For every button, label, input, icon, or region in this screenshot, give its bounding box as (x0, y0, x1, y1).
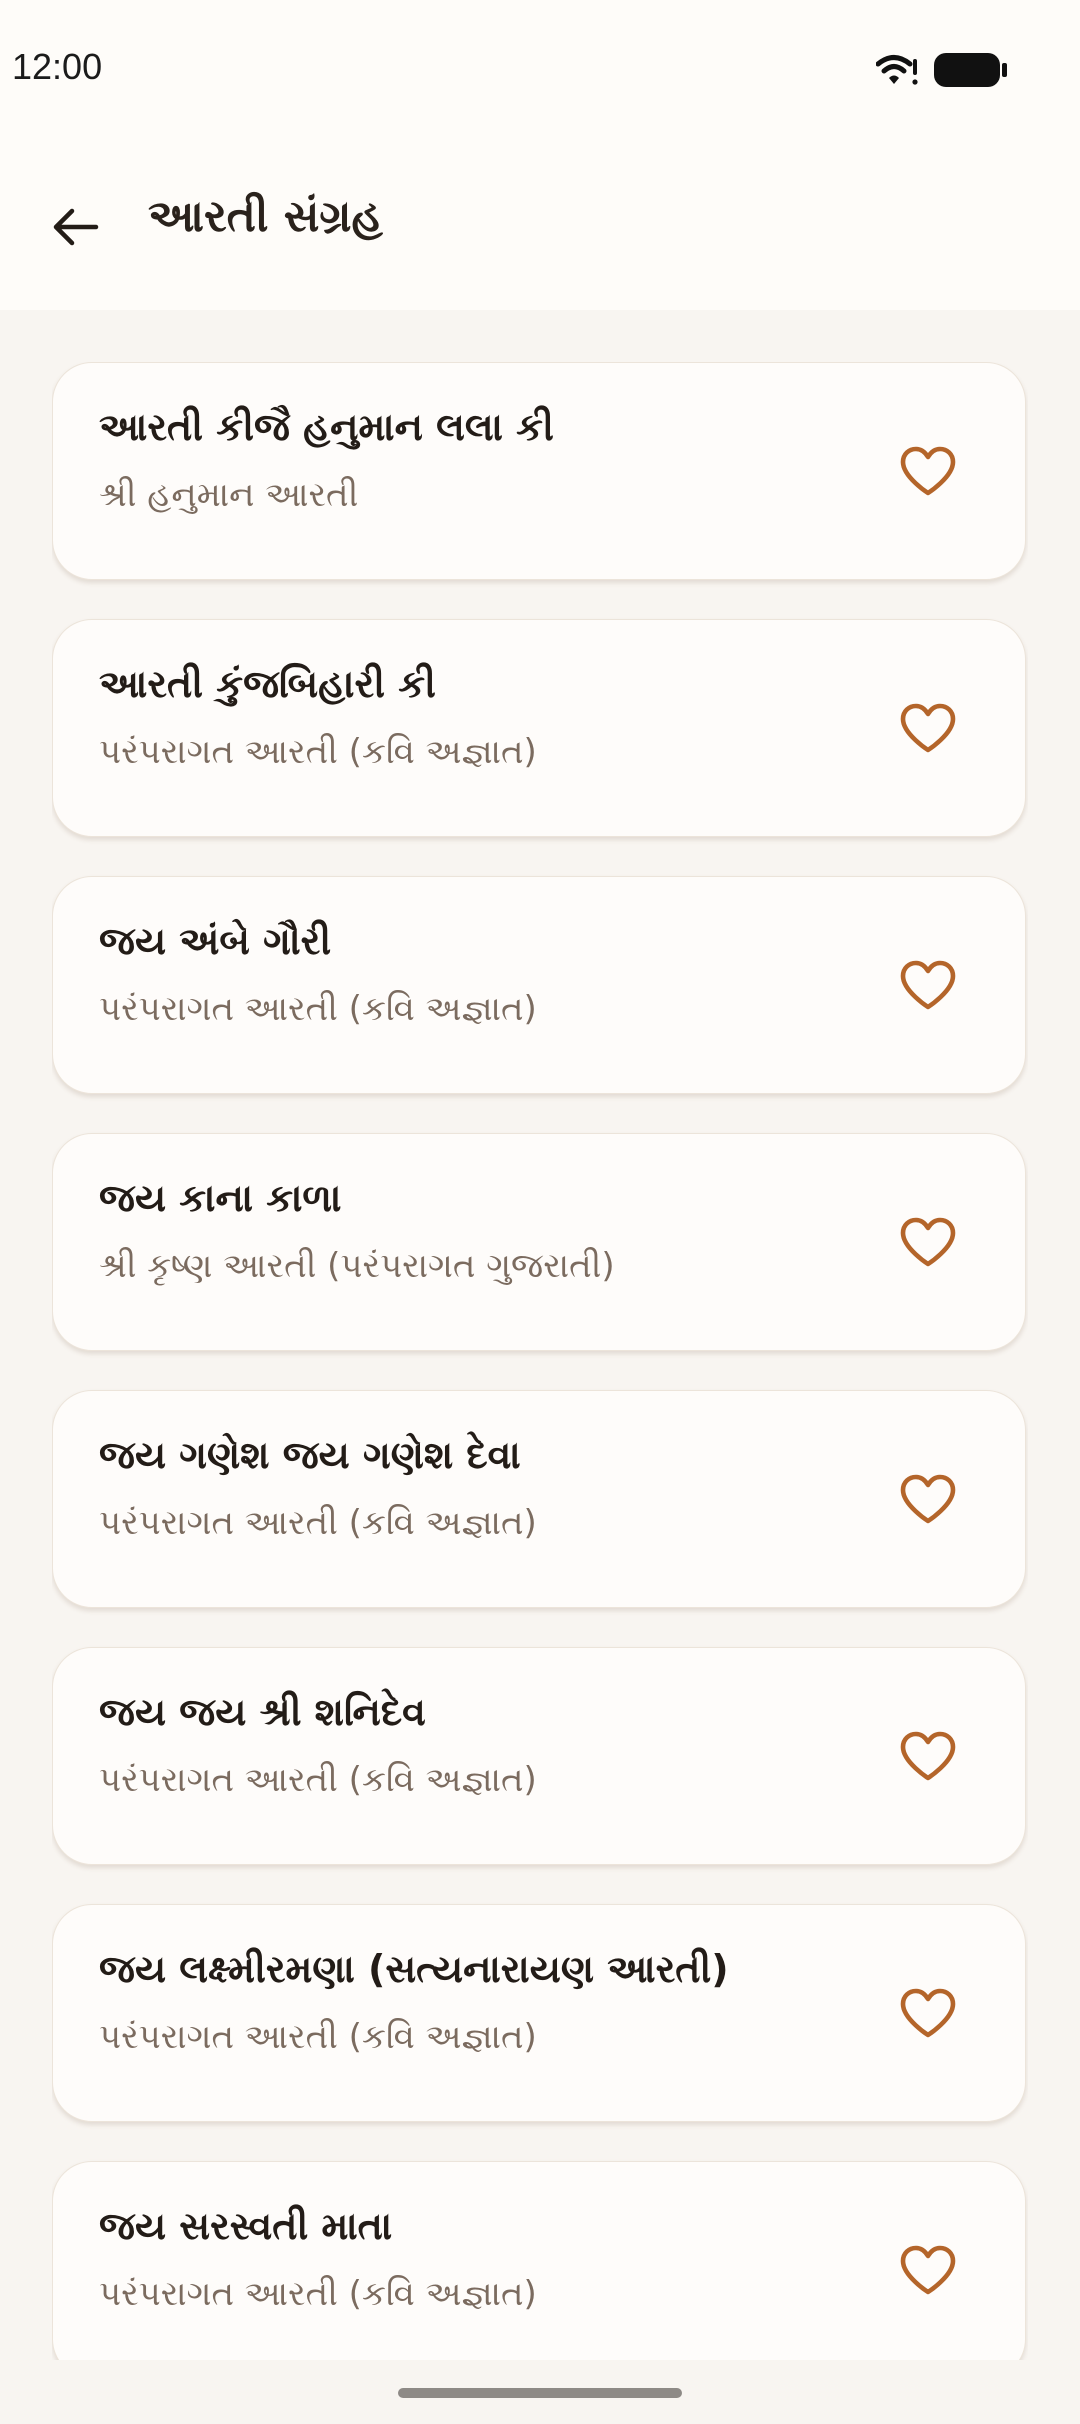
favorite-button[interactable] (891, 1977, 965, 2051)
aarti-subtitle: પરંપરાગત આરતી (કવિ અજ્ઞાત) (99, 2274, 537, 2314)
favorite-button[interactable] (891, 2234, 965, 2308)
aarti-list: આરતી કીજૈ હનુમાન લલા કી શ્રી હનુમાન આરતી આ… (52, 362, 1028, 2360)
aarti-title: આરતી કીજૈ હનુમાન લલા કી (99, 405, 554, 449)
aarti-subtitle: પરંપરાગત આરતી (કવિ અજ્ઞાત) (99, 1503, 537, 1543)
aarti-subtitle: પરંપરાગત આરતી (કવિ અજ્ઞાત) (99, 732, 537, 772)
aarti-card[interactable]: જય લક્ષ્મીરમણા (સત્યનારાયણ આરતી) પરંપરાગત… (52, 1904, 1026, 2122)
aarti-title: જય કાના કાળા (99, 1176, 342, 1220)
heart-outline-icon (900, 2245, 956, 2295)
aarti-card[interactable]: જય સરસ્વતી માતા પરંપરાગત આરતી (કવિ અજ્ઞાત… (52, 2161, 1026, 2360)
heart-outline-icon (900, 1217, 956, 1267)
heart-outline-icon (900, 1988, 956, 2038)
aarti-title: આરતી કુંજબિહારી કી (99, 662, 436, 706)
aarti-card[interactable]: જય અંબે ગૌરી પરંપરાગત આરતી (કવિ અજ્ઞાત) (52, 876, 1026, 1094)
aarti-card[interactable]: જય ગણેશ જય ગણેશ દેવા પરંપરાગત આરતી (કવિ અ… (52, 1390, 1026, 1608)
home-indicator[interactable] (398, 2388, 682, 2398)
aarti-card[interactable]: જય કાના કાળા શ્રી કૃષ્ણ આરતી (પરંપરાગત ગુ… (52, 1133, 1026, 1351)
favorite-button[interactable] (891, 949, 965, 1023)
heart-outline-icon (900, 446, 956, 496)
favorite-button[interactable] (891, 1206, 965, 1280)
page-title: આરતી સંગ્રહ (148, 191, 383, 242)
heart-outline-icon (900, 703, 956, 753)
favorite-button[interactable] (891, 435, 965, 509)
aarti-subtitle: શ્રી હનુમાન આરતી (99, 475, 359, 515)
aarti-subtitle: પરંપરાગત આરતી (કવિ અજ્ઞાત) (99, 1760, 537, 1800)
aarti-subtitle: શ્રી કૃષ્ણ આરતી (પરંપરાગત ગુજરાતી) (99, 1246, 615, 1286)
aarti-title: જય સરસ્વતી માતા (99, 2204, 393, 2248)
status-bar: 12:00 (0, 0, 1080, 140)
status-icons (876, 48, 1008, 92)
favorite-button[interactable] (891, 1463, 965, 1537)
status-time: 12:00 (12, 46, 103, 87)
favorite-button[interactable] (891, 1720, 965, 1794)
app-bar: આરતી સંગ્રહ (0, 140, 1080, 310)
aarti-title: જય ગણેશ જય ગણેશ દેવા (99, 1433, 521, 1477)
aarti-title: જય જય શ્રી શનિદેવ (99, 1690, 426, 1734)
aarti-card[interactable]: જય જય શ્રી શનિદેવ પરંપરાગત આરતી (કવિ અજ્ઞ… (52, 1647, 1026, 1865)
battery-icon (934, 53, 1007, 87)
aarti-card[interactable]: આરતી કીજૈ હનુમાન લલા કી શ્રી હનુમાન આરતી (52, 362, 1026, 580)
wifi-icon (876, 55, 918, 85)
arrow-back-icon (53, 208, 99, 246)
heart-outline-icon (900, 1474, 956, 1524)
favorite-button[interactable] (891, 692, 965, 766)
aarti-subtitle: પરંપરાગત આરતી (કવિ અજ્ઞાત) (99, 2017, 537, 2057)
heart-outline-icon (900, 1731, 956, 1781)
heart-outline-icon (900, 960, 956, 1010)
aarti-title: જય અંબે ગૌરી (99, 919, 332, 963)
aarti-card[interactable]: આરતી કુંજબિહારી કી પરંપરાગત આરતી (કવિ અજ્… (52, 619, 1026, 837)
aarti-subtitle: પરંપરાગત આરતી (કવિ અજ્ઞાત) (99, 989, 537, 1029)
aarti-title: જય લક્ષ્મીરમણા (સત્યનારાયણ આરતી) (99, 1947, 729, 1991)
back-button[interactable] (40, 192, 110, 262)
